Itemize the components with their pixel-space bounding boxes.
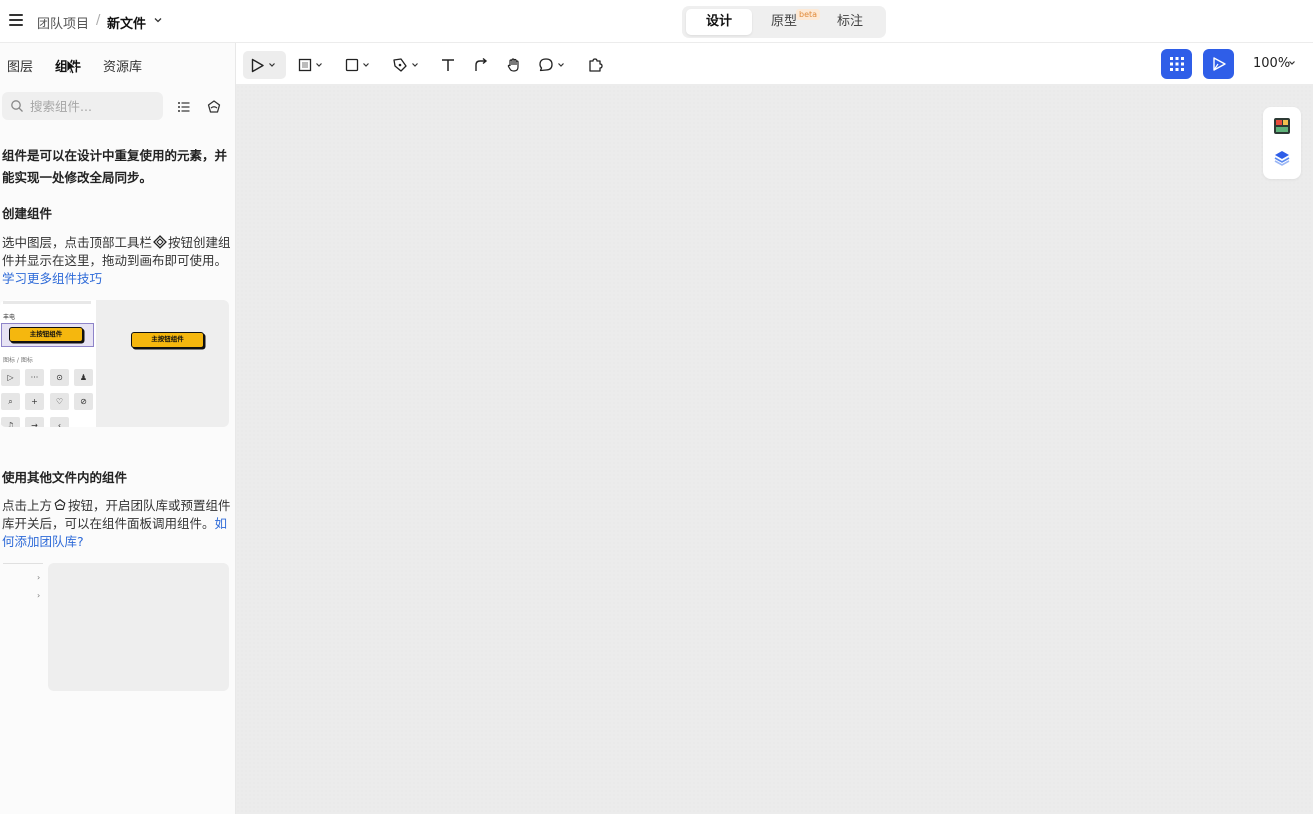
- file-menu-chevron-down-icon[interactable]: [152, 14, 164, 26]
- chevron-down-icon: [363, 63, 369, 67]
- preview-chat-icon: ⊘: [74, 393, 93, 410]
- team-library-preview: › ›: [0, 563, 229, 691]
- beta-badge: beta: [796, 9, 821, 20]
- team-library-inline-icon: [54, 499, 66, 510]
- preview-user-icon: ♟: [74, 369, 93, 386]
- create-text-a: 选中图层，点击顶部工具栏: [2, 235, 153, 250]
- pen-icon: [393, 58, 407, 72]
- chevron-down-icon: [316, 63, 322, 67]
- component-search: [2, 92, 163, 120]
- zoom-chevron-down-icon[interactable]: [1288, 59, 1296, 67]
- create-components-text: 选中图层，点击顶部工具栏 按钮创建组件并显示在这里，拖动到画布即可使用。学习更多组…: [2, 234, 232, 288]
- preview-layer-label: 丰电: [3, 314, 16, 321]
- plugin-tool[interactable]: [587, 51, 603, 79]
- tab-design[interactable]: 设计: [686, 9, 752, 35]
- preview-plus-icon: +: [25, 393, 44, 410]
- preview-music-icon: ♫: [1, 417, 20, 427]
- mouse-cursor-icon: [66, 59, 76, 75]
- tab-annotate[interactable]: 标注: [820, 9, 880, 35]
- rectangle-tool[interactable]: [345, 51, 370, 79]
- preview-more-icon: ···: [25, 369, 44, 386]
- present-button[interactable]: [1203, 49, 1234, 79]
- tab-assets[interactable]: 资源库: [103, 56, 142, 75]
- preview-search-icon: ⌕: [1, 393, 20, 410]
- components-intro: 组件是可以在设计中重复使用的元素，并能实现一处修改全局同步。: [2, 148, 228, 185]
- move-tool[interactable]: [243, 51, 286, 79]
- comment-tool[interactable]: [538, 51, 565, 79]
- other-text-a: 点击上方: [2, 498, 53, 513]
- play-icon: [1212, 57, 1226, 71]
- image-gallery-icon[interactable]: [1273, 117, 1291, 135]
- list-view-icon[interactable]: [176, 99, 192, 115]
- toolbar: 100%: [236, 43, 1313, 85]
- preview2-chevron-right-icon: ›: [37, 573, 41, 582]
- frame-icon: [298, 58, 312, 72]
- preview-target-icon: ⊙: [50, 369, 69, 386]
- preview-canvas-button-component: 主按钮组件: [131, 332, 204, 348]
- search-input[interactable]: [30, 92, 160, 120]
- hand-tool[interactable]: [506, 51, 522, 79]
- preview2-divider: [3, 563, 43, 564]
- team-library-icon[interactable]: [206, 99, 222, 115]
- chevron-down-icon: [558, 63, 564, 67]
- floating-quick-panel: [1263, 107, 1301, 179]
- component-grid-icon: [1169, 57, 1184, 71]
- zoom-level[interactable]: 100%: [1253, 56, 1290, 71]
- preview2-chevron-right-icon: ›: [37, 591, 41, 600]
- frame-tool[interactable]: [298, 51, 323, 79]
- tab-prototype-label: 原型: [770, 14, 797, 29]
- connector-tool[interactable]: [473, 51, 489, 79]
- preview-primary-button-component: 主按钮组件: [9, 327, 83, 342]
- preview-layers-panel: 丰电 主按钮组件 图标 / 图标 ▷ ··· ⊙ ♟ ⌕ + ♡ ⊘ ♫ → ‹: [0, 300, 96, 427]
- file-name[interactable]: 新文件: [107, 13, 146, 32]
- use-other-components-text: 点击上方 按钮，开启团队库或预置组件库开关后，可以在组件面板调用组件。如何添加团队…: [2, 497, 232, 551]
- create-component-diamond-icon: [153, 235, 167, 249]
- preview-icons-section: 图标 / 图标: [3, 357, 33, 364]
- preview-divider: [3, 301, 91, 304]
- chevron-down-icon: [269, 63, 275, 67]
- comment-icon: [539, 58, 553, 72]
- chevron-down-icon: [412, 63, 418, 67]
- preview-play-icon: ▷: [1, 369, 20, 386]
- create-components-heading: 创建组件: [2, 206, 53, 221]
- main-menu-icon[interactable]: [9, 14, 23, 26]
- plugin-icon: [589, 58, 603, 72]
- mode-switch: 设计 原型 beta 标注: [682, 6, 886, 38]
- tab-layers[interactable]: 图层: [7, 56, 33, 75]
- use-other-components-heading: 使用其他文件内的组件: [2, 470, 128, 485]
- create-component-preview: 丰电 主按钮组件 图标 / 图标 ▷ ··· ⊙ ♟ ⌕ + ♡ ⊘ ♫ → ‹…: [0, 300, 229, 427]
- breadcrumb-separator: /: [96, 13, 101, 28]
- search-icon: [11, 100, 23, 112]
- preview-back-icon: ‹: [50, 417, 69, 427]
- move-cursor-icon: [251, 58, 264, 72]
- text-tool[interactable]: [440, 51, 456, 79]
- preview2-canvas: [48, 563, 229, 691]
- rectangle-icon: [345, 58, 359, 72]
- connector-icon: [475, 57, 488, 71]
- preview-arrow-icon: →: [25, 417, 44, 427]
- component-grid-button[interactable]: [1161, 49, 1192, 79]
- preview-heart-icon: ♡: [50, 393, 69, 410]
- text-icon: [442, 59, 454, 71]
- left-panel: 图层 组件 资源库 组件是可以在设计中重复使用的元素，并能实现一处修改全局同步。…: [0, 43, 236, 814]
- breadcrumb-team[interactable]: 团队项目: [37, 13, 89, 32]
- layers-stack-icon[interactable]: [1273, 149, 1291, 167]
- top-bar: 团队项目 / 新文件 设计 原型 beta 标注: [0, 0, 1313, 43]
- hand-icon: [507, 58, 519, 72]
- design-canvas[interactable]: [236, 85, 1313, 814]
- learn-more-components-link[interactable]: 学习更多组件技巧: [2, 271, 102, 286]
- pen-tool[interactable]: [392, 51, 419, 79]
